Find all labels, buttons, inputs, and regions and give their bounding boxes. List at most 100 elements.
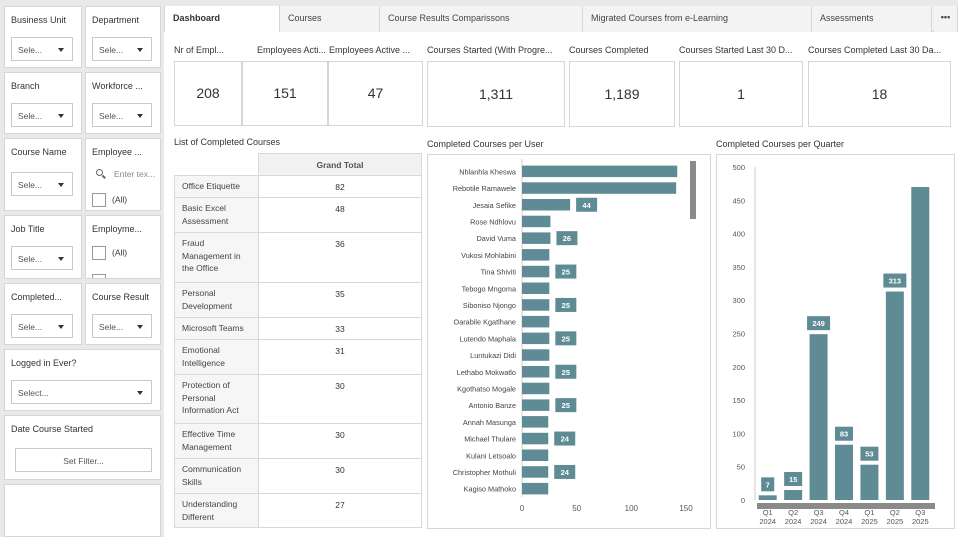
logged-in-select[interactable]: Select... [11,380,152,404]
employment-option-checkbox[interactable] [92,274,112,278]
y-tick-label: Annah Masunga [463,418,517,427]
filter-workforce: Workforce ... Sele... [85,72,161,134]
table-row-label[interactable]: Effective Time Management [174,423,259,459]
table-row-label[interactable]: Emotional Intelligence [174,339,259,375]
filter-course-result: Course Result Sele... [85,283,161,345]
table-row-label[interactable]: Protection of Personal Information Act [174,374,259,424]
data-label: 249 [812,319,825,328]
bar [522,315,550,328]
set-filter-button[interactable]: Set Filter... [15,448,152,472]
filter-employee: Employee ... Enter tex... (All) [85,138,161,211]
x-tick-label: Q3 [814,508,824,517]
kpi-value: 151 [242,61,328,126]
y-tick-label: 100 [732,429,745,438]
checkbox[interactable] [92,193,106,207]
kpi-title: Employees Active ... [329,45,411,55]
filter-label: Branch [11,81,40,91]
filter-label: Employme... [92,224,143,234]
table-row-label[interactable]: Basic Excel Assessment [174,197,259,233]
checkbox[interactable] [92,274,106,278]
chevron-down-icon [137,48,143,52]
filter-course-name: Course Name Sele... [4,138,82,211]
bar [522,349,550,361]
filter-department: Department Sele... [85,6,161,68]
table-title: List of Completed Courses [174,137,281,147]
tab-course-results-comparisons[interactable]: Course Results Comparissons [380,6,583,32]
tab-bar: Dashboard Courses Course Results Compari… [164,6,958,32]
bar [522,399,550,411]
course-result-select[interactable]: Sele... [92,314,152,338]
filter-label: Workforce ... [92,81,143,91]
kpi-title: Courses Completed Last 30 Da... [808,45,942,55]
y-tick-label: Siboniso Njongo [463,301,516,310]
kpi-title: Courses Started (With Progre... [427,45,553,55]
branch-select[interactable]: Sele... [11,103,73,127]
scrollbar-thumb [690,161,696,219]
data-label: 25 [562,268,570,277]
filter-date-started: Date Course Started Set Filter... [4,415,161,480]
tab-assessments[interactable]: Assessments [812,6,932,32]
y-tick-label: 300 [732,296,745,305]
y-tick-label: David Vuma [477,234,517,243]
bar [809,334,828,500]
table-row-label[interactable]: Understanding Different [174,493,259,528]
workforce-select[interactable]: Sele... [92,103,152,127]
y-tick-label: 250 [732,330,745,339]
kpi-value: 47 [328,61,423,126]
bar [522,165,678,178]
bar [860,464,879,500]
y-tick-label: 350 [732,263,745,272]
business-unit-select[interactable]: Sele... [11,37,73,61]
table-row-label[interactable]: Fraud Management in the Office [174,232,259,283]
data-label: 24 [561,468,570,477]
table-cell: 48 [258,197,422,233]
department-select[interactable]: Sele... [92,37,152,61]
dashboard-content: Nr of Empl... 208 Employees Acti... 151 … [164,32,958,537]
tab-migrated-courses[interactable]: Migrated Courses from e-Learning [583,6,812,32]
bar [522,416,549,428]
y-tick-label: Christopher Mothuli [453,468,517,477]
data-label: 25 [562,334,570,343]
x-tick-label: Q2 [788,508,798,517]
data-label: 7 [766,480,770,489]
data-label: 25 [562,401,570,410]
table-cell: 30 [258,458,422,494]
tab-dashboard[interactable]: Dashboard [164,6,280,32]
tab-courses[interactable]: Courses [280,6,380,32]
completed-select[interactable]: Sele... [11,314,73,338]
y-tick-label: Rebotile Ramawele [453,184,516,193]
y-tick-label: 200 [732,363,745,372]
filter-logged-in: Logged in Ever? Select... [4,349,161,411]
employment-all-checkbox[interactable]: (All) [92,246,127,260]
course-name-select[interactable]: Sele... [11,172,73,196]
table-row-label[interactable]: Office Etiquette [174,175,259,198]
chart-per-user-panel: Nhlanhla Kheswa Rebotile Ramawele Jesaia S… [427,154,711,529]
y-tick-label: Oarabile Kgatlhane [454,318,516,327]
x-tick-label: 150 [679,504,693,513]
table-cell: 33 [258,317,422,340]
filter-label: Course Result [92,292,150,302]
bar [835,444,853,500]
tab-more-icon[interactable]: ••• [934,6,958,32]
table-row-label[interactable]: Personal Development [174,282,259,318]
x-tick-label: Q1 [864,508,874,517]
bar [758,495,777,500]
table-row-label[interactable]: Communication Skills [174,458,259,494]
table-row-label[interactable]: Microsoft Teams [174,317,259,340]
employee-all-checkbox[interactable]: (All) [92,193,127,207]
y-tick-label: Tebogo Mngoma [462,284,517,293]
checkbox[interactable] [92,246,106,260]
table-cell: 35 [258,282,422,318]
column-header[interactable]: Grand Total [258,153,422,176]
y-tick-label: Lethabo Mokwatlo [457,368,516,377]
filter-label: Job Title [11,224,45,234]
chevron-down-icon [58,48,64,52]
scrollbar-thumb [757,503,935,509]
employee-search-input[interactable]: Enter tex... [92,165,160,185]
y-tick-label: Vukosi Mohlabini [461,251,516,260]
job-title-select[interactable]: Sele... [11,246,73,270]
filter-label: Completed... [11,292,63,302]
y-tick-label: 0 [741,496,745,505]
x-tick-label: Q1 [763,508,773,517]
data-label: 26 [563,234,571,243]
